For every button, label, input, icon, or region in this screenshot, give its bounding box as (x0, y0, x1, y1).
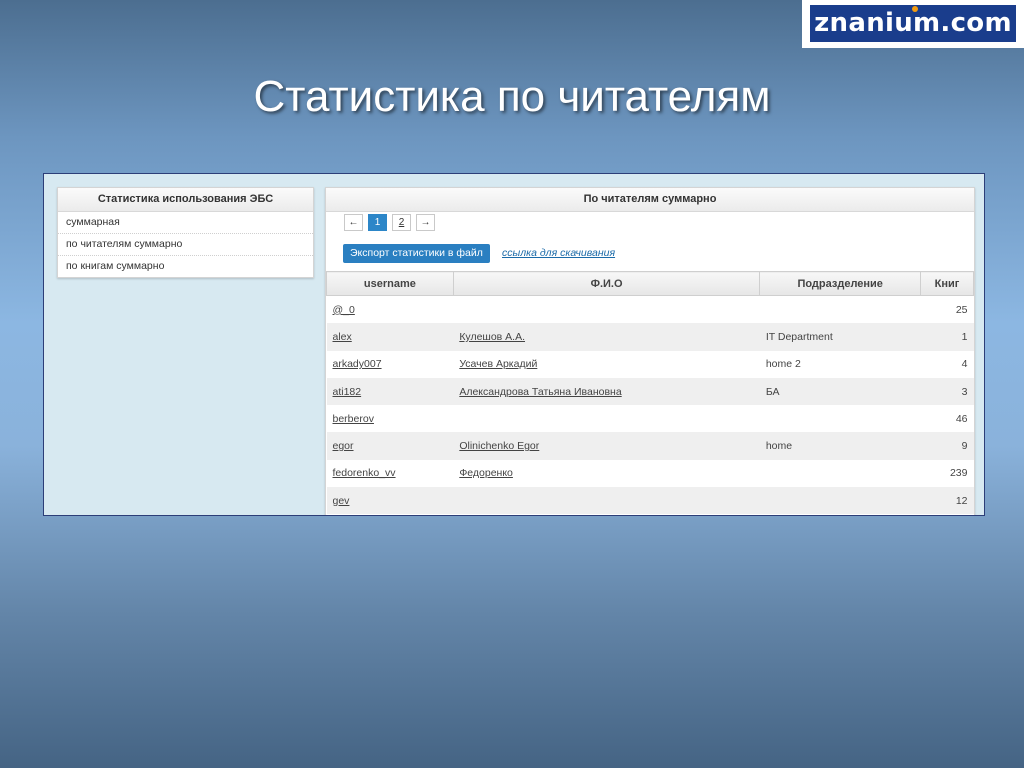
export-stats-button[interactable]: Экспорт статистики в файл (343, 244, 490, 263)
page-2-button[interactable]: 2 (392, 214, 411, 231)
username-link[interactable]: arkady007 (333, 358, 382, 370)
books-count-cell: 25 (920, 295, 974, 324)
readers-summary-panel: По читателям суммарно ← 1 2 → Экспорт ст… (325, 187, 975, 515)
username-link[interactable]: @_0 (333, 304, 355, 316)
username-link[interactable]: berberov (333, 413, 374, 425)
fio-cell: Усачев Аркадий (453, 350, 760, 378)
table-row: @_0 25 (326, 295, 974, 324)
fio-cell (453, 405, 760, 433)
department-cell: IT Department (759, 323, 921, 351)
column-header-department[interactable]: Подразделение (759, 271, 922, 296)
table-row: berberov 46 (326, 405, 974, 433)
department-cell: home 2 (759, 350, 921, 378)
table-header-row: username Ф.И.О Подразделение Книг (326, 271, 974, 296)
books-count-cell: 4 (920, 350, 974, 378)
username-link[interactable]: fedorenko_vv (333, 467, 396, 479)
username-link[interactable]: gev (333, 495, 350, 507)
fio-link[interactable]: Усачев Аркадий (459, 358, 537, 370)
username-link[interactable]: egor (333, 440, 354, 452)
books-count-cell: 1 (920, 323, 974, 351)
fio-cell (453, 295, 760, 324)
username-cell[interactable]: @_0 (326, 295, 454, 324)
username-cell[interactable]: arkady007 (326, 350, 454, 378)
department-cell (759, 295, 921, 324)
fio-link[interactable]: Федоренко (459, 467, 513, 479)
username-cell[interactable]: ati182 (326, 377, 454, 406)
username-cell[interactable]: gev (326, 487, 454, 515)
fio-cell: Александрова Татьяна Ивановна (453, 377, 760, 406)
username-cell[interactable]: berberov (326, 405, 454, 433)
sidebar-title: Статистика использования ЭБС (58, 188, 313, 212)
page-1-button[interactable]: 1 (368, 214, 387, 231)
table-row: ati182 Александрова Татьяна Ивановна БА … (326, 377, 974, 406)
table-row: alex Кулешов А.А. IT Department 1 (326, 323, 974, 351)
readers-table: username Ф.И.О Подразделение Книг @_0 25… (326, 271, 974, 515)
username-cell[interactable]: alex (326, 323, 454, 351)
sidebar-item-by-readers[interactable]: по читателям суммарно (58, 234, 313, 256)
pagination: ← 1 2 → (344, 214, 436, 231)
table-row: arkady007 Усачев Аркадий home 2 4 (326, 350, 974, 378)
next-page-button[interactable]: → (416, 214, 435, 231)
books-count-cell: 12 (920, 487, 974, 515)
znanium-logo: znanium.com (802, 0, 1024, 48)
department-cell: БА (759, 377, 921, 406)
fio-link[interactable]: Olinichenko Egor (459, 440, 539, 452)
username-link[interactable]: alex (333, 331, 352, 343)
column-header-books[interactable]: Книг (920, 271, 974, 296)
books-count-cell: 239 (920, 459, 974, 488)
username-cell[interactable]: egor (326, 432, 454, 460)
department-cell (759, 487, 921, 515)
prev-page-button[interactable]: ← (344, 214, 363, 231)
table-row: fedorenko_vv Федоренко 239 (326, 459, 974, 488)
table-row: egor Olinichenko Egor home 9 (326, 432, 974, 460)
column-header-username[interactable]: username (326, 271, 454, 296)
fio-link[interactable]: Кулешов А.А. (459, 331, 525, 343)
username-cell[interactable]: fedorenko_vv (326, 459, 454, 488)
username-link[interactable]: ati182 (333, 386, 362, 398)
stats-sidebar: Статистика использования ЭБС суммарная п… (57, 187, 314, 278)
books-count-cell: 3 (920, 377, 974, 406)
department-cell (759, 459, 921, 488)
table-row: gev 12 (326, 487, 974, 515)
books-count-cell: 9 (920, 432, 974, 460)
app-screenshot: Статистика использования ЭБС суммарная п… (43, 173, 985, 516)
fio-cell: Кулешов А.А. (453, 323, 760, 351)
panel-title: По читателям суммарно (326, 188, 974, 212)
logo-dot (912, 6, 918, 12)
fio-cell: Федоренко (453, 459, 760, 488)
sidebar-item-by-books[interactable]: по книгам суммарно (58, 256, 313, 277)
sidebar-item-summary[interactable]: суммарная (58, 212, 313, 234)
slide-title: Статистика по читателям (253, 72, 771, 121)
column-header-fio[interactable]: Ф.И.О (452, 271, 761, 296)
fio-cell (453, 487, 760, 515)
books-count-cell: 46 (920, 405, 974, 433)
department-cell: home (759, 432, 921, 460)
department-cell (759, 405, 921, 433)
fio-cell: Olinichenko Egor (453, 432, 760, 460)
download-link[interactable]: ссылка для скачивания (502, 244, 615, 263)
fio-link[interactable]: Александрова Татьяна Ивановна (459, 386, 621, 398)
